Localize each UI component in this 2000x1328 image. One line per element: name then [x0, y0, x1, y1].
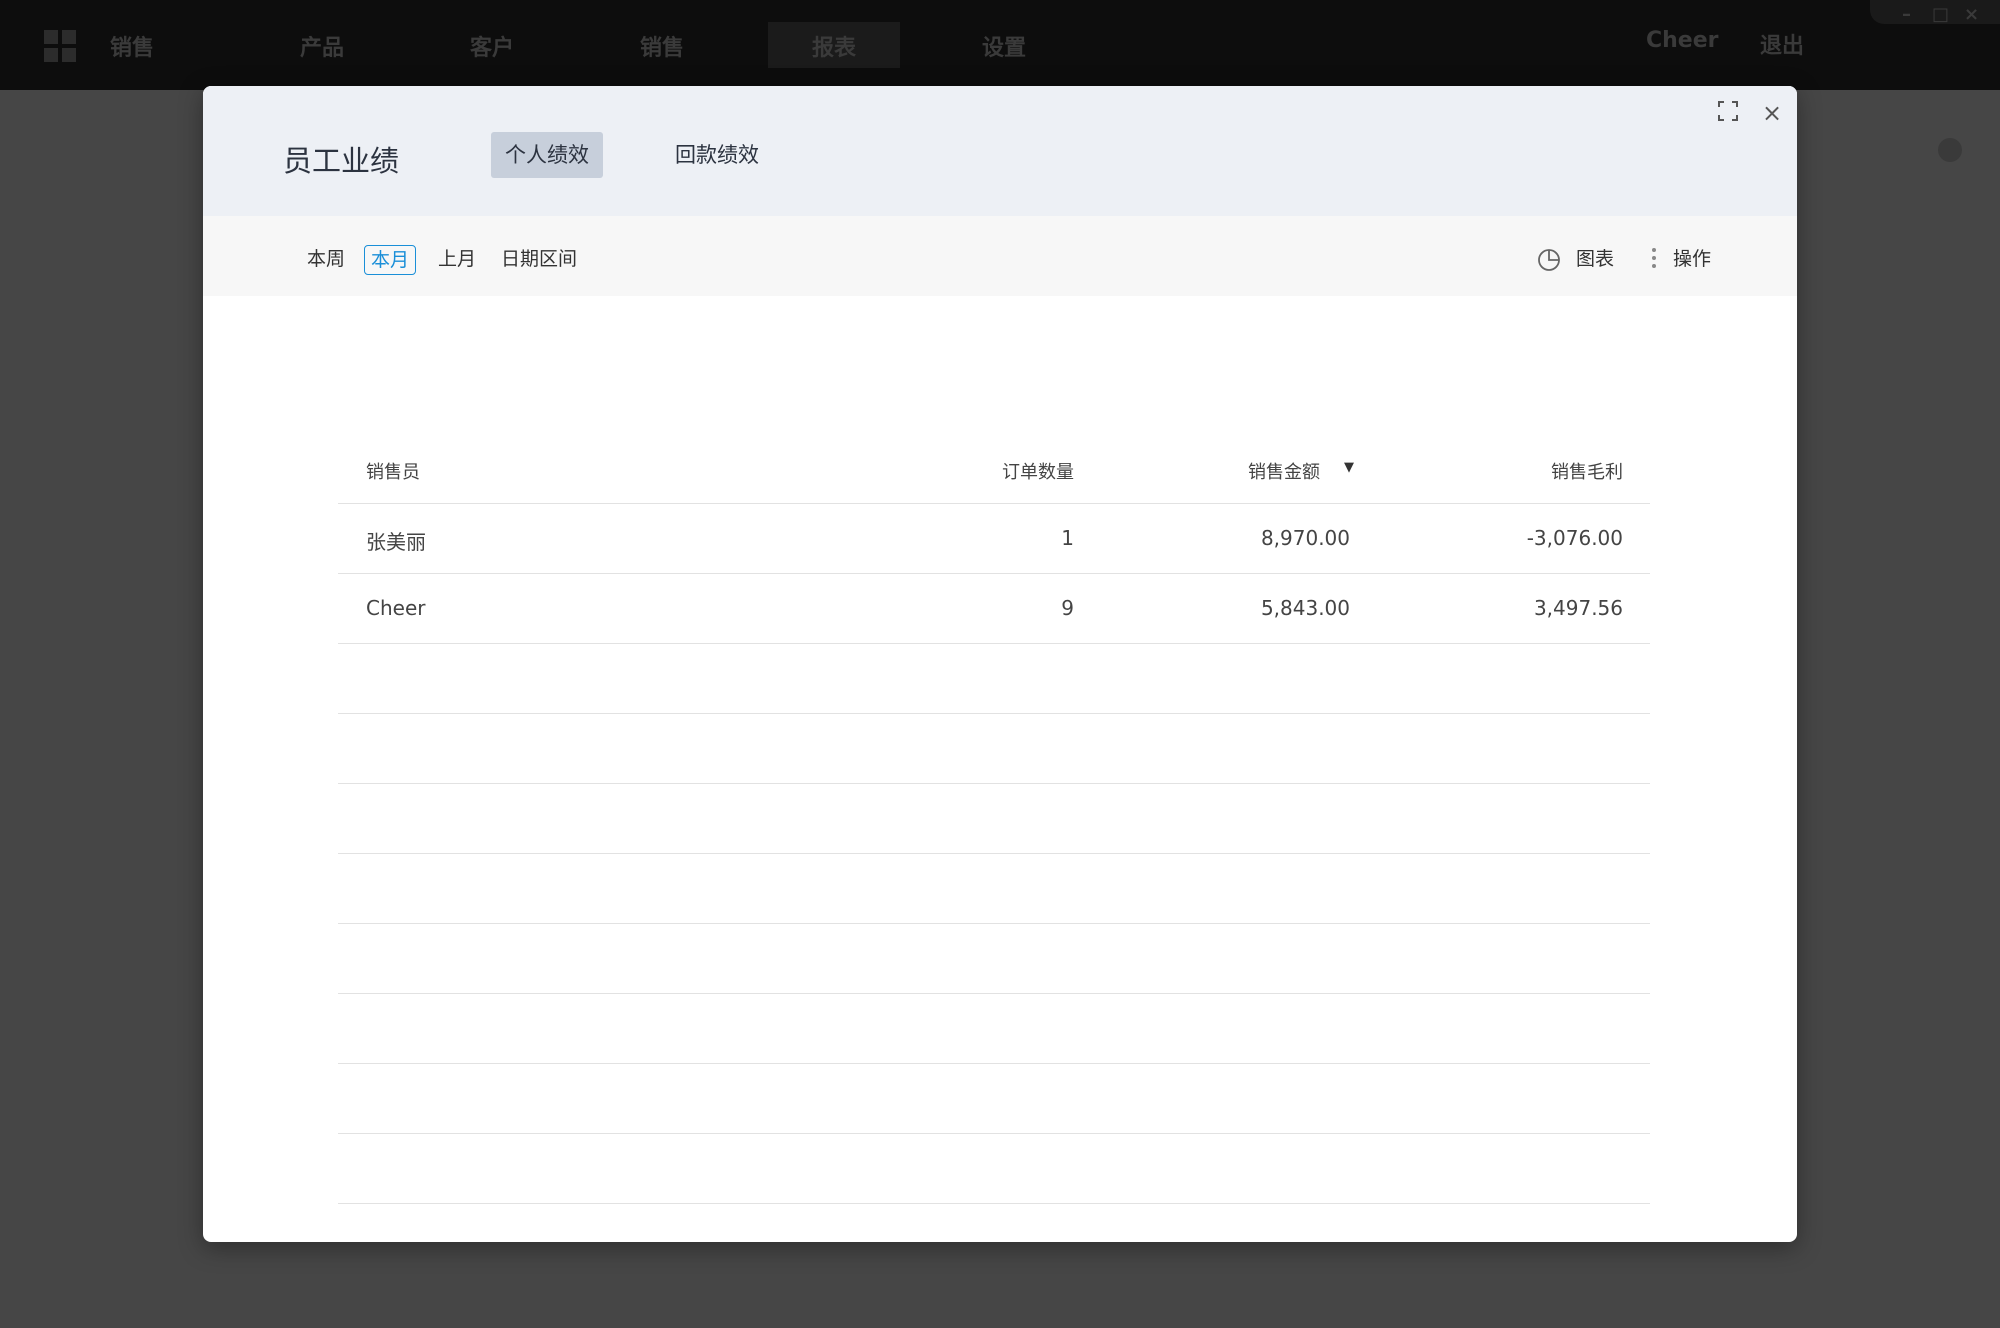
- minimize-icon[interactable]: –: [1902, 4, 1911, 25]
- cell-order-count: 9: [1061, 596, 1074, 620]
- actions-button[interactable]: 操作: [1673, 244, 1711, 274]
- modal-header: 员工业绩 个人绩效 回款绩效 ×: [203, 86, 1797, 216]
- cell-sales-amount: 5,843.00: [1260, 596, 1350, 620]
- range-this-month[interactable]: 本月: [364, 245, 417, 275]
- filter-bar: 本周 本月 上月 日期区间 图表 操作: [203, 216, 1797, 296]
- column-header-salesperson[interactable]: 销售员: [366, 458, 420, 484]
- app-name: 销售: [110, 36, 155, 61]
- empty-table-row: [338, 994, 1650, 1064]
- empty-table-row: [338, 924, 1650, 994]
- user-name[interactable]: Cheer: [1646, 28, 1719, 53]
- range-this-week[interactable]: 本周: [301, 245, 351, 275]
- empty-table-row: [338, 784, 1650, 854]
- sort-desc-icon[interactable]: ▼: [1344, 460, 1354, 475]
- app-logo-icon: [44, 30, 76, 62]
- table-row[interactable]: Cheer 9 5,843.00 3,497.56: [338, 574, 1650, 644]
- column-header-order-count[interactable]: 订单数量: [1002, 458, 1074, 484]
- empty-table-row: [338, 644, 1650, 714]
- cell-salesperson: 张美丽: [366, 530, 426, 554]
- app-window: 销售 产品 客户 销售 报表 设置 Cheer 退出 – □ × 员工业绩 个人…: [0, 0, 2000, 1328]
- nav-item-customers[interactable]: 客户: [470, 30, 514, 62]
- empty-table-row: [338, 1064, 1650, 1134]
- table-header: 销售员 订单数量 销售金额 ▼ 销售毛利: [338, 406, 1650, 504]
- close-icon[interactable]: ×: [1759, 100, 1785, 126]
- modal-title: 员工业绩: [283, 144, 400, 178]
- empty-table-row: [338, 854, 1650, 924]
- performance-table: 销售员 订单数量 销售金额 ▼ 销售毛利 张美丽 1 8,970.00 -3,0…: [338, 406, 1650, 1204]
- window-close-icon[interactable]: ×: [1964, 4, 1979, 25]
- nav-item-sales[interactable]: 销售: [640, 30, 684, 62]
- logout-link[interactable]: 退出: [1760, 28, 1804, 60]
- range-date-interval[interactable]: 日期区间: [495, 245, 583, 275]
- background-dot-icon: [1938, 138, 1962, 162]
- nav-item-reports[interactable]: 报表: [812, 30, 856, 62]
- tab-personal-performance[interactable]: 个人绩效: [491, 132, 603, 178]
- pie-chart-icon[interactable]: [1536, 247, 1562, 273]
- nav-item-products[interactable]: 产品: [300, 30, 344, 62]
- more-vertical-icon[interactable]: [1650, 246, 1658, 272]
- cell-order-count: 1: [1061, 526, 1074, 550]
- empty-table-row: [338, 1134, 1650, 1204]
- column-header-sales-amount[interactable]: 销售金额: [1248, 458, 1320, 484]
- expand-icon[interactable]: [1717, 100, 1743, 126]
- cell-sales-amount: 8,970.00: [1260, 526, 1350, 550]
- chart-button[interactable]: 图表: [1576, 244, 1614, 274]
- top-navbar: 销售 产品 客户 销售 报表 设置 Cheer 退出 – □ ×: [0, 0, 2000, 90]
- nav-item-settings[interactable]: 设置: [982, 30, 1026, 62]
- tab-collection-performance[interactable]: 回款绩效: [661, 132, 773, 178]
- empty-table-row: [338, 714, 1650, 784]
- cell-salesperson: Cheer: [366, 596, 426, 620]
- table-row[interactable]: 张美丽 1 8,970.00 -3,076.00: [338, 504, 1650, 574]
- cell-gross-profit: 3,497.56: [1533, 596, 1623, 620]
- column-header-gross-profit[interactable]: 销售毛利: [1551, 458, 1623, 484]
- maximize-icon[interactable]: □: [1932, 4, 1949, 25]
- range-last-month[interactable]: 上月: [432, 245, 482, 275]
- performance-modal: 员工业绩 个人绩效 回款绩效 × 本周 本月 上月 日期区间 图表 操作 销售员…: [203, 86, 1797, 1242]
- cell-gross-profit: -3,076.00: [1526, 526, 1623, 550]
